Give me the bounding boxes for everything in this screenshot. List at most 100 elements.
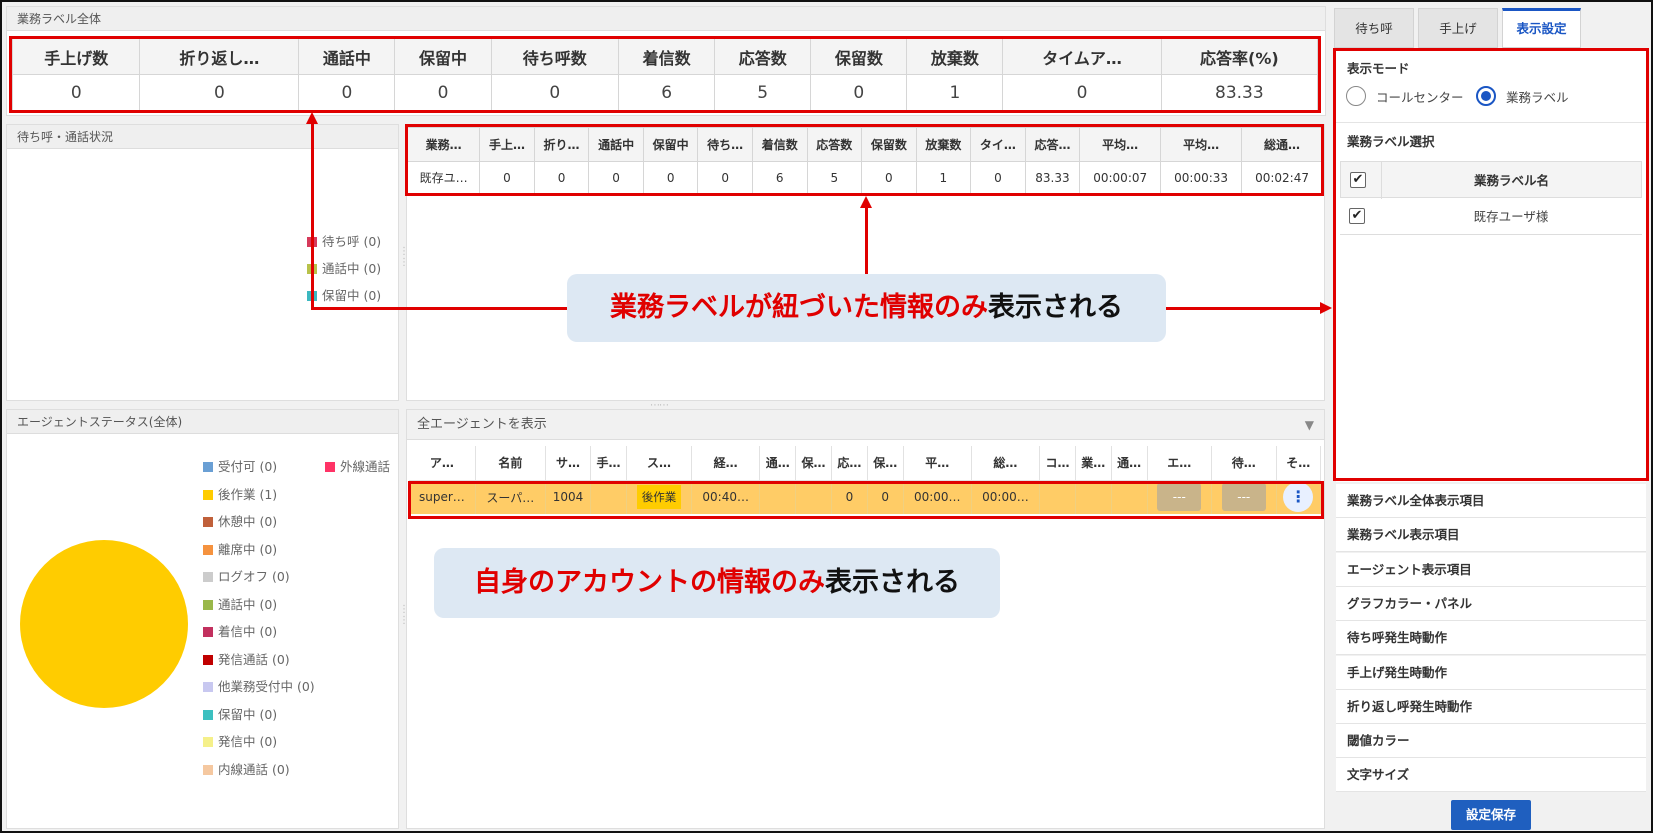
agent-legend-item[interactable]: 発信中 (0) [203, 731, 277, 750]
summary-header-0: 手上げ数 [11, 38, 141, 75]
tab-raise-hand[interactable]: 手上げ [1418, 8, 1498, 48]
summary-value-3: 0 [394, 74, 492, 111]
arrow-horizontal-left [311, 307, 568, 310]
label-row-name: 既存ユーザ様 [1473, 209, 1549, 224]
agent-table-header-14[interactable]: 通… [1111, 446, 1148, 481]
agent-legend-item[interactable]: 発信通話 (0) [203, 649, 290, 668]
legend-label: 保留中 (0) [218, 706, 278, 722]
waiting-legend-item[interactable]: 待ち呼 (0) [307, 231, 381, 250]
label-table-header-5[interactable]: 待ち… [697, 127, 753, 162]
label-table-cell-0: 既存ユ… [406, 161, 481, 194]
agent-legend-item[interactable]: 後作業 (1) [203, 484, 277, 503]
agent-table-header-17[interactable]: そ… [1276, 446, 1321, 481]
arrow-horizontal-right [1166, 307, 1322, 310]
legend-swatch [203, 462, 213, 472]
summary-header-10: 応答率(%) [1160, 38, 1319, 75]
tab-waiting[interactable]: 待ち呼 [1334, 8, 1414, 48]
summary-value-0: 0 [11, 74, 141, 111]
agent-table-header-13[interactable]: 業… [1075, 446, 1112, 481]
callout-own-rest: 表示される [825, 567, 960, 598]
agent-legend-item[interactable]: 他業務受付中 (0) [203, 676, 315, 695]
label-table-header-9[interactable]: 放棄数 [915, 127, 972, 162]
label-table-header-10[interactable]: タイ… [970, 127, 1026, 162]
save-settings-button[interactable]: 設定保存 [1451, 800, 1531, 830]
resize-handle-vertical[interactable]: ⋮ ⋮ [399, 246, 409, 268]
radio-business-label[interactable] [1476, 86, 1496, 106]
label-table-header-14[interactable]: 総通… [1241, 127, 1323, 162]
agent-table-header-6[interactable]: 通… [759, 446, 797, 481]
agent-filter-value: 全エージェントを表示 [417, 417, 547, 432]
settings-section-1[interactable]: 業務ラベル表示項目 [1336, 518, 1646, 553]
agent-legend-item[interactable]: 離席中 (0) [203, 539, 277, 558]
agent-table-header-16[interactable]: 待… [1211, 446, 1277, 481]
agent-table-header-7[interactable]: 保… [795, 446, 832, 481]
agent-legend-item[interactable]: 休憩中 (0) [203, 511, 277, 530]
label-table-header-12[interactable]: 平均… [1079, 127, 1162, 162]
kebab-menu-icon[interactable]: ⋮ [1283, 482, 1314, 513]
label-table-header-0[interactable]: 業務… [406, 127, 481, 162]
agent-action-button[interactable]: --- [1157, 483, 1202, 512]
settings-section-8[interactable]: 文字サイズ [1336, 758, 1646, 793]
arrow-head-up-label [860, 196, 872, 208]
waiting-legend-item[interactable]: 通話中 (0) [307, 258, 381, 277]
agent-table-header-0[interactable]: ア… [409, 446, 476, 481]
summary-value-10: 83.33 [1160, 74, 1319, 111]
agent-table-header-1[interactable]: 名前 [475, 446, 546, 481]
waiting-legend-item[interactable]: 保留中 (0) [307, 285, 381, 304]
label-table-header-1[interactable]: 手上… [479, 127, 535, 162]
settings-section-4[interactable]: 待ち呼発生時動作 [1336, 621, 1646, 656]
label-row-checkbox[interactable]: ✔ [1349, 208, 1365, 224]
agent-legend-item[interactable]: 保留中 (0) [203, 704, 277, 723]
agent-legend-item[interactable]: 外線通話 [325, 456, 391, 475]
agent-table-header-4[interactable]: ス… [626, 446, 693, 481]
legend-label: 離席中 (0) [218, 541, 278, 557]
radio-callcenter[interactable] [1346, 86, 1366, 106]
agent-table-header-10[interactable]: 平… [903, 446, 972, 481]
agent-legend-item[interactable]: 受付可 (0) [203, 456, 277, 475]
dropdown-triangle-icon[interactable]: ▼ [1305, 410, 1314, 440]
settings-section-5[interactable]: 手上げ発生時動作 [1336, 655, 1646, 690]
agent-table-header-9[interactable]: 保… [867, 446, 904, 481]
settings-section-2[interactable]: エージェント表示項目 [1336, 552, 1646, 587]
agent-legend-item[interactable]: ログオフ (0) [203, 566, 290, 585]
agent-row[interactable]: super… スーパ… 1004 後作業 00:40… 0 0 00:00… 00:00… ---… [409, 480, 1321, 514]
legend-label: ログオフ (0) [218, 569, 290, 584]
agent-table-header-2[interactable]: サ… [545, 446, 592, 481]
label-table-header-4[interactable]: 保留中 [642, 127, 699, 162]
mode-option-callcenter[interactable]: コールセンター [1346, 86, 1464, 106]
legend-label: 保留中 (0) [322, 288, 382, 303]
agent-table-header-3[interactable]: 手… [590, 446, 627, 481]
settings-section-7[interactable]: 閾値カラー [1336, 724, 1646, 759]
agent-legend-item[interactable]: 通話中 (0) [203, 594, 277, 613]
display-settings-body [1336, 48, 1646, 482]
agent-table-header-12[interactable]: コ… [1039, 446, 1076, 481]
settings-section-6[interactable]: 折り返し呼発生時動作 [1336, 689, 1646, 724]
label-table-cell-3: 0 [588, 161, 644, 194]
tab-display-settings[interactable]: 表示設定 [1502, 8, 1581, 48]
settings-section-3[interactable]: グラフカラー・パネル [1336, 586, 1646, 621]
agent-table-header-11[interactable]: 総… [971, 446, 1041, 481]
agent-table-header-5[interactable]: 経… [691, 446, 761, 481]
agent-filter-select[interactable]: 全エージェントを表示 ▼ [407, 410, 1324, 440]
label-select-row[interactable]: ✔ 既存ユーザ様 [1340, 198, 1642, 235]
agent-status-pie [20, 540, 188, 708]
label-table-header-8[interactable]: 保留数 [861, 127, 917, 162]
settings-section-0[interactable]: 業務ラベル全体表示項目 [1336, 484, 1646, 518]
label-table-header-13[interactable]: 平均… [1160, 127, 1243, 162]
agent-action-button[interactable]: --- [1221, 483, 1266, 512]
agent-legend-item[interactable]: 内線通話 (0) [203, 759, 290, 778]
legend-swatch [203, 489, 213, 500]
summary-header-3: 保留中 [394, 38, 492, 75]
label-table-header-11[interactable]: 応答… [1024, 127, 1081, 162]
label-table-header-2[interactable]: 折り… [533, 127, 590, 162]
agent-cell-3 [590, 480, 627, 514]
select-all-checkbox[interactable]: ✔ [1350, 172, 1366, 188]
label-table-cell-7: 5 [806, 161, 863, 194]
agent-legend-item[interactable]: 着信中 (0) [203, 621, 277, 640]
agent-table-header-8[interactable]: 応… [831, 446, 868, 481]
mode-option-label[interactable]: 業務ラベル [1476, 86, 1569, 106]
label-table-header-6[interactable]: 着信数 [751, 127, 808, 162]
label-table-header-7[interactable]: 応答数 [806, 127, 863, 162]
label-table-header-3[interactable]: 通話中 [588, 127, 644, 162]
agent-table-header-15[interactable]: エ… [1147, 446, 1213, 481]
